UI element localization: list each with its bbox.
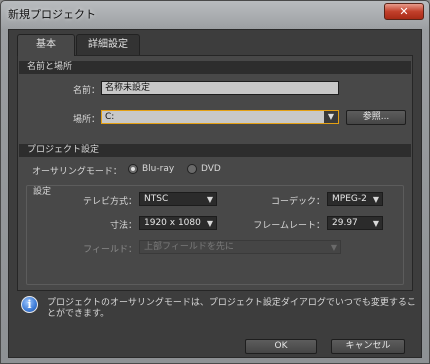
cancel-button[interactable]: キャンセル <box>331 339 405 354</box>
dimensions-combo[interactable]: 1920 x 1080 ▼ <box>139 216 217 230</box>
location-combo[interactable]: C: ▼ <box>101 110 339 124</box>
project-settings-header: プロジェクト設定 <box>19 144 411 157</box>
codec-label: コーデック： <box>270 197 325 207</box>
field-value: 上部フィールドを先に <box>144 242 234 252</box>
bluray-radio[interactable] <box>128 164 138 174</box>
close-button[interactable]: ✕ <box>384 3 424 20</box>
dvd-label[interactable]: DVD <box>201 164 221 174</box>
chevron-down-icon: ▼ <box>330 243 337 252</box>
bluray-label[interactable]: Blu-ray <box>142 164 174 174</box>
framerate-combo[interactable]: 29.97 ▼ <box>327 216 383 230</box>
info-message: プロジェクトのオーサリングモードは、プロジェクト設定ダイアログでいつでも変更する… <box>47 298 416 319</box>
name-location-header: 名前と場所 <box>19 61 411 74</box>
tv-format-combo[interactable]: NTSC ▼ <box>139 192 217 206</box>
project-name-input[interactable]: 名称未設定 <box>101 81 339 95</box>
location-value: C: <box>105 112 115 122</box>
window-title: 新規プロジェクト <box>8 8 96 21</box>
ok-button[interactable]: OK <box>245 339 317 354</box>
framerate-label: フレームレート： <box>253 221 325 231</box>
codec-combo[interactable]: MPEG-2 ▼ <box>327 192 383 206</box>
chevron-down-icon: ▼ <box>372 219 379 228</box>
new-project-dialog: 新規プロジェクト ✕ 基本 詳細設定 名前と場所 名前： 名称未設定 場所： C… <box>0 0 430 364</box>
dvd-radio[interactable] <box>187 164 197 174</box>
location-label: 場所： <box>72 115 100 125</box>
dialog-client-area: 基本 詳細設定 名前と場所 名前： 名称未設定 場所： C: ▼ 参照... プ… <box>8 29 422 358</box>
title-bar[interactable]: 新規プロジェクト ✕ <box>1 1 429 25</box>
field-combo: 上部フィールドを先に ▼ <box>139 240 341 254</box>
framerate-value: 29.97 <box>332 218 358 228</box>
codec-value: MPEG-2 <box>332 194 367 204</box>
chevron-down-icon: ▼ <box>206 195 213 204</box>
chevron-down-icon[interactable]: ▼ <box>324 111 338 123</box>
info-icon: i <box>21 296 38 313</box>
tv-format-value: NTSC <box>144 194 169 204</box>
browse-button[interactable]: 参照... <box>346 110 406 125</box>
field-label: フィールド： <box>83 245 137 255</box>
name-label: 名前： <box>72 86 100 96</box>
dimensions-label: 寸法： <box>109 221 137 231</box>
dimensions-value: 1920 x 1080 <box>144 218 201 228</box>
chevron-down-icon: ▼ <box>372 195 379 204</box>
authoring-mode-label: オーサリングモード： <box>32 167 122 177</box>
settings-group: テレビ方式： NTSC ▼ コーデック： MPEG-2 ▼ 寸法： 1920 x… <box>26 185 404 285</box>
chevron-down-icon: ▼ <box>206 219 213 228</box>
tv-format-label: テレビ方式： <box>82 197 137 207</box>
tab-advanced-settings[interactable]: 詳細設定 <box>76 34 140 55</box>
tab-basic[interactable]: 基本 <box>17 34 75 56</box>
